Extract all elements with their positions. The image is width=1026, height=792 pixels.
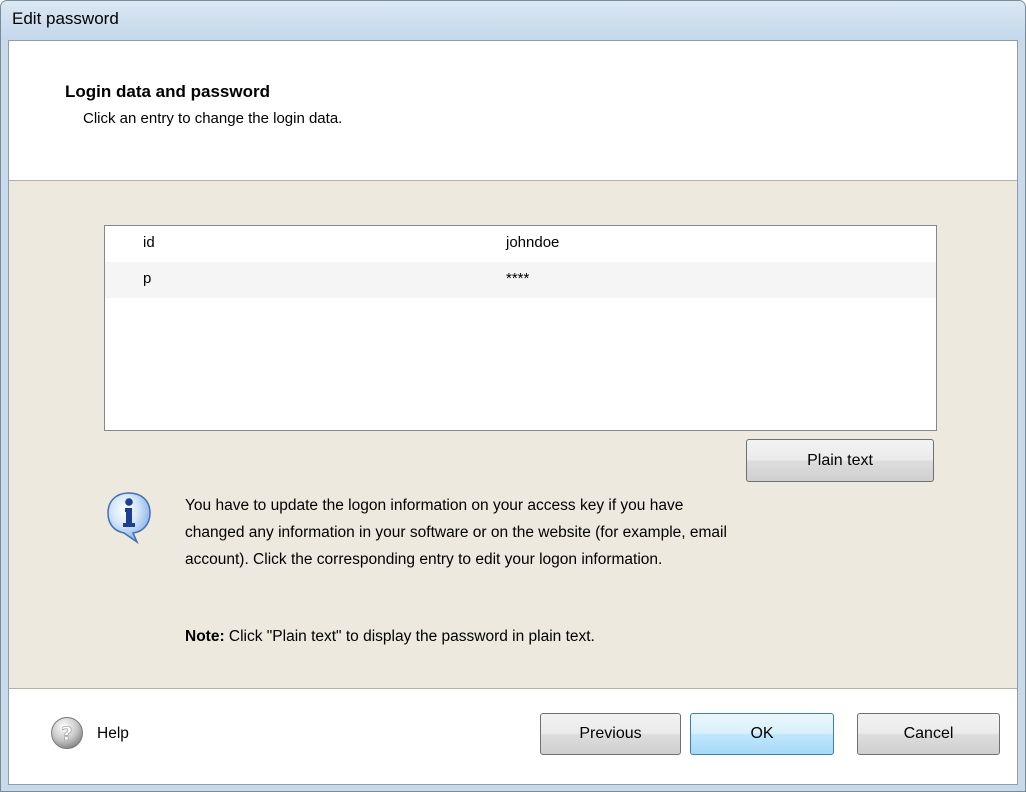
note-body: Click "Plain text" to display the passwo… <box>224 628 595 645</box>
entry-key: p <box>143 270 152 287</box>
entry-value: johndoe <box>506 234 560 251</box>
info-icon <box>107 492 151 545</box>
note-text: Note: Click "Plain text" to display the … <box>185 628 595 646</box>
ok-button[interactable]: OK <box>690 713 834 755</box>
list-row-p[interactable]: p **** <box>105 262 936 298</box>
dialog-body: id johndoe p **** Plain text You have to… <box>9 181 1017 689</box>
section-subtitle: Click an entry to change the login data. <box>83 110 343 127</box>
info-line-2: changed any information in your software… <box>185 524 727 541</box>
note-label: Note: <box>185 628 225 645</box>
list-row-id[interactable]: id johndoe <box>105 226 936 262</box>
previous-button[interactable]: Previous <box>540 713 681 755</box>
section-title: Login data and password <box>65 82 270 101</box>
window-title: Edit password <box>12 9 119 28</box>
entry-key: id <box>143 234 155 251</box>
info-message: You have to update the logon information… <box>185 492 975 573</box>
dialog-footer: ? Help Previous OK Cancel <box>9 689 1017 784</box>
cancel-button[interactable]: Cancel <box>857 713 1000 755</box>
edit-password-dialog: Edit password Login data and password Cl… <box>0 0 1026 792</box>
help-link[interactable]: Help <box>97 725 129 743</box>
entry-value: **** <box>506 270 530 287</box>
help-icon[interactable]: ? <box>50 716 84 750</box>
title-bar[interactable]: Edit password <box>1 1 1025 40</box>
dialog-header: Login data and password Click an entry t… <box>9 41 1017 181</box>
plain-text-button[interactable]: Plain text <box>746 439 934 482</box>
info-line-1: You have to update the logon information… <box>185 497 684 514</box>
svg-text:?: ? <box>61 723 72 745</box>
login-data-list[interactable]: id johndoe p **** <box>104 225 937 431</box>
info-line-3: account). Click the corresponding entry … <box>185 551 663 568</box>
dialog-client-area: Login data and password Click an entry t… <box>8 40 1018 785</box>
